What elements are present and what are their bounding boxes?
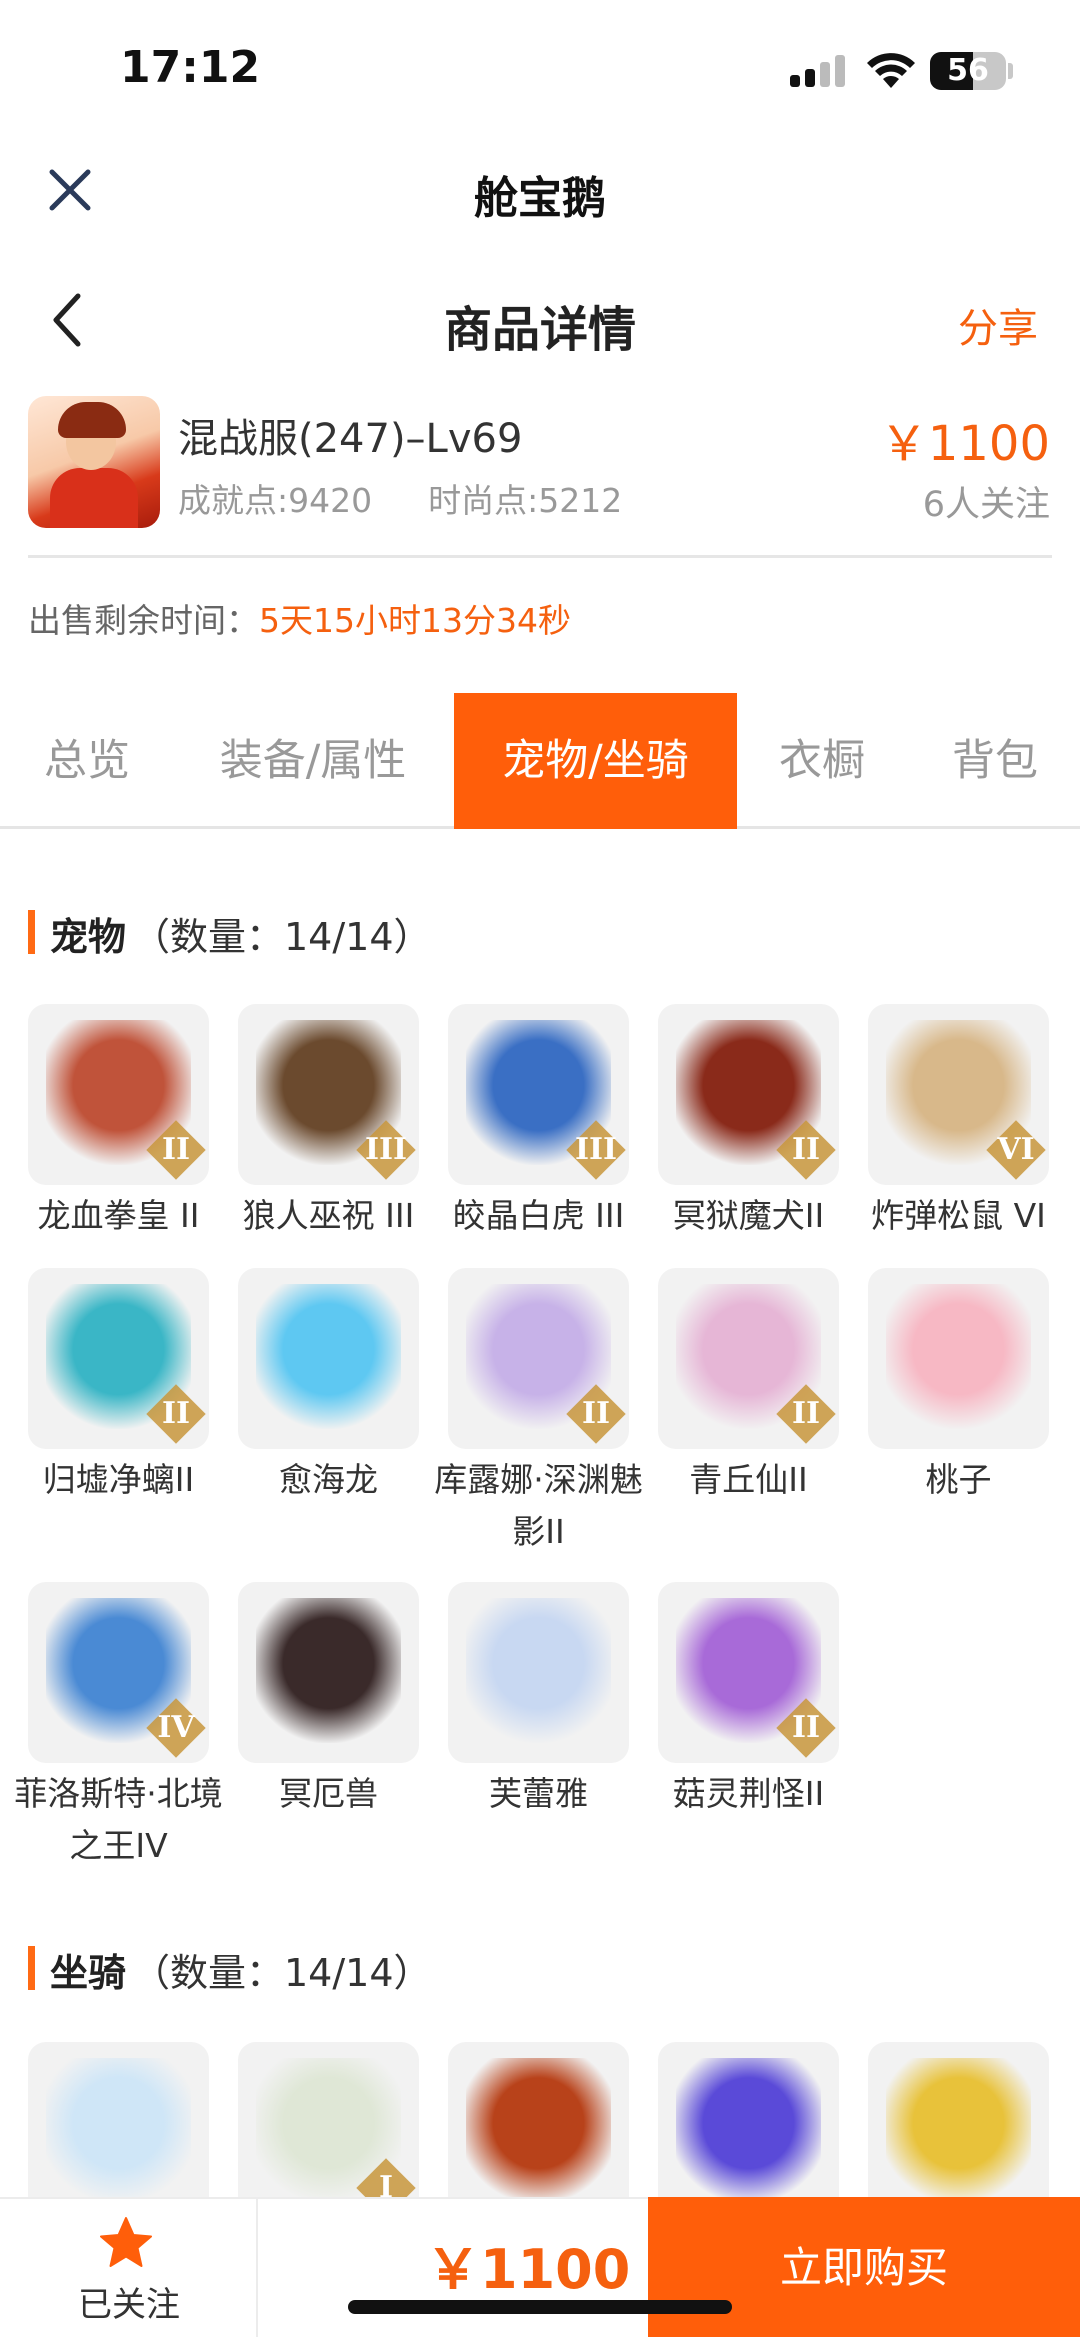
divider — [28, 555, 1052, 558]
tab-wardrobe[interactable]: 衣橱 — [760, 693, 884, 829]
remaining-value: 5天15小时13分34秒 — [259, 601, 571, 640]
pet-name: 狼人巫祝 III — [242, 1196, 415, 1235]
pet-name: 炸弹松鼠 VI — [871, 1196, 1046, 1235]
battery-level: 56 — [947, 53, 989, 88]
pet-image: II — [658, 1582, 839, 1763]
mount-image — [28, 2042, 209, 2197]
pet-image: II — [448, 1268, 629, 1449]
tab-equipment[interactable]: 装备/属性 — [200, 693, 426, 829]
mount-grid: I — [0, 2042, 1080, 2197]
tab-overview[interactable]: 总览 — [0, 693, 174, 829]
app-title: 舱宝鹅 — [474, 173, 606, 224]
battery-tip — [1008, 63, 1013, 79]
pet-tier-badge: III — [361, 1125, 411, 1175]
pet-image: II — [658, 1004, 839, 1185]
mount-image: I — [238, 2042, 419, 2197]
pet-tier-badge: II — [151, 1389, 201, 1439]
pet-name: 库露娜·深渊魅影II — [434, 1460, 643, 1551]
server-level: 混战服(247)–Lv69 — [178, 416, 523, 462]
fashion-points: 时尚点:5212 — [428, 481, 623, 520]
mounts-count: （数量：14/14） — [132, 1951, 432, 1995]
pet-image — [238, 1582, 419, 1763]
achievement-points: 成就点:9420 — [178, 481, 373, 520]
follow-label: 已关注 — [78, 2285, 180, 2325]
tab-pets-mounts[interactable]: 宠物/坐骑 — [454, 693, 737, 829]
tab-backpack[interactable]: 背包 — [930, 693, 1060, 829]
battery-icon: 56 — [930, 52, 1006, 90]
miniapp-topbar: 舱宝鹅 — [0, 140, 1080, 240]
remaining-label: 出售剩余时间： — [28, 601, 259, 640]
buy-now-button[interactable]: 立即购买 — [648, 2197, 1080, 2337]
pet-name: 青丘仙II — [689, 1460, 808, 1499]
pet-tier-badge: VI — [991, 1125, 1041, 1175]
home-indicator — [348, 2300, 732, 2314]
status-time: 17:12 — [120, 42, 261, 93]
page-title: 商品详情 — [443, 302, 636, 358]
character-avatar — [28, 396, 160, 528]
product-price: ￥1100 — [879, 416, 1050, 472]
pet-image: IV — [28, 1582, 209, 1763]
pet-name: 菇灵荆怪II — [672, 1774, 825, 1813]
bottom-action-bar: 已关注 ￥1100 立即购买 — [0, 2197, 1080, 2337]
pet-image: II — [28, 1004, 209, 1185]
mount-tier-badge: I — [361, 2163, 411, 2197]
sale-remaining-time: 出售剩余时间：5天15小时13分34秒 — [28, 594, 571, 642]
pet-image: III — [238, 1004, 419, 1185]
pet-name: 愈海龙 — [279, 1460, 378, 1499]
bottom-price: ￥1100 — [426, 2238, 631, 2301]
pet-image — [448, 1582, 629, 1763]
star-icon — [100, 2217, 152, 2267]
product-stats: 成就点:9420 时尚点:5212 — [178, 474, 678, 522]
share-button[interactable]: 分享 — [958, 296, 1038, 354]
navbar: 商品详情 分享 — [0, 270, 1080, 370]
cellular-signal-icon — [790, 55, 846, 87]
pet-name: 桃子 — [925, 1460, 992, 1499]
pet-tier-badge: III — [571, 1125, 621, 1175]
pet-name: 龙血拳皇 II — [37, 1196, 200, 1235]
follower-count: 6人关注 — [922, 485, 1050, 525]
pet-tier-badge: II — [781, 1125, 831, 1175]
pets-title: 宠物 — [50, 915, 127, 959]
mount-image — [658, 2042, 839, 2197]
pet-name: 芙蕾雅 — [489, 1774, 588, 1813]
status-bar: 17:12 56 — [0, 0, 1080, 140]
pet-image: II — [658, 1268, 839, 1449]
pet-tier-badge: II — [571, 1389, 621, 1439]
product-header: 混战服(247)–Lv69 成就点:9420 时尚点:5212 ￥1100 6人关… — [0, 392, 1080, 552]
pet-grid: II 龙血拳皇 II III 狼人巫祝 III III 皎晶白虎 III II 冥狱魔犬II V… — [0, 1004, 1080, 1884]
pet-name: 菲洛斯特·北境之王IV — [14, 1774, 223, 1865]
pet-image: VI — [868, 1004, 1049, 1185]
follow-button[interactable]: 已关注 — [0, 2199, 258, 2337]
pet-name: 归墟净螭II — [42, 1460, 195, 1499]
pet-image: II — [28, 1268, 209, 1449]
pet-tier-badge: IV — [151, 1703, 201, 1753]
pet-image: III — [448, 1004, 629, 1185]
pet-image — [238, 1268, 419, 1449]
pets-count: （数量：14/14） — [132, 915, 432, 959]
mount-image — [448, 2042, 629, 2197]
mount-image — [868, 2042, 1049, 2197]
pet-tier-badge: II — [781, 1703, 831, 1753]
pet-name: 皎晶白虎 III — [452, 1196, 625, 1235]
pet-name: 冥厄兽 — [279, 1774, 378, 1813]
wifi-icon — [867, 53, 915, 88]
pet-tier-badge: II — [151, 1125, 201, 1175]
pet-name: 冥狱魔犬II — [672, 1196, 825, 1235]
mounts-title: 坐骑 — [50, 1951, 127, 1995]
pet-tier-badge: II — [781, 1389, 831, 1439]
detail-tabs: 总览 装备/属性 宠物/坐骑 衣橱 背包 — [0, 693, 1080, 829]
pet-image — [868, 1268, 1049, 1449]
